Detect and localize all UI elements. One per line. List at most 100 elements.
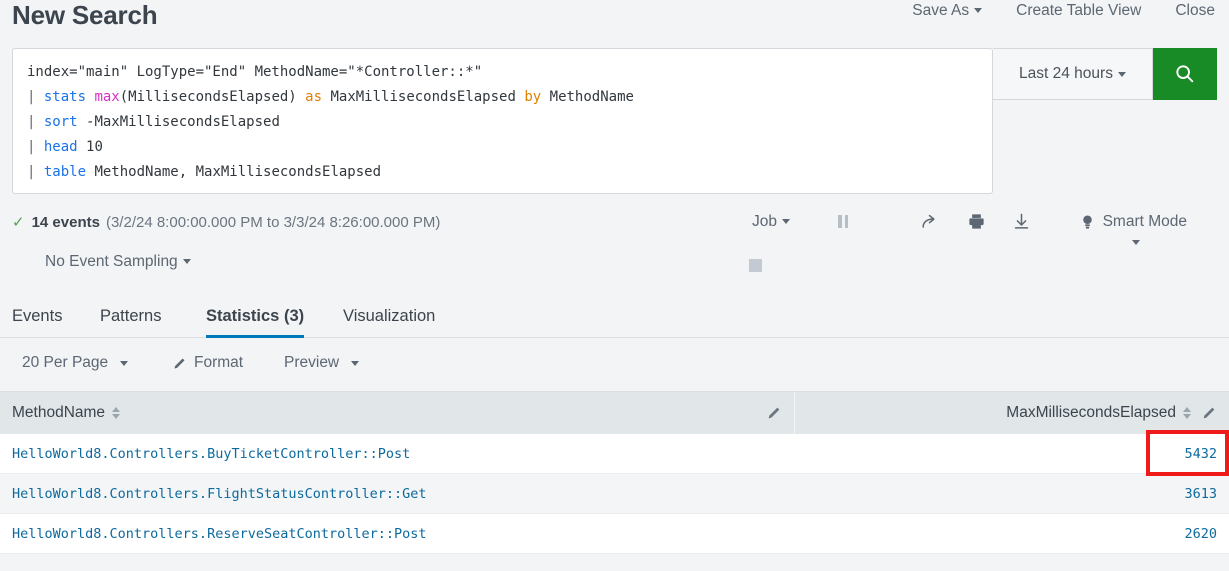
query-token: |	[27, 139, 44, 155]
cell-maxmillisecondselapsed[interactable]: 3613	[795, 474, 1229, 514]
time-range-picker[interactable]: Last 24 hours	[993, 48, 1153, 100]
tab-events[interactable]: Events	[12, 294, 62, 338]
search-query-input[interactable]: index="main" LogType="End" MethodName="*…	[12, 48, 993, 194]
checkmark-icon: ✓	[12, 214, 25, 231]
query-token: as	[305, 89, 331, 105]
run-search-button[interactable]	[1153, 48, 1217, 100]
job-status-line: ✓ 14 events (3/2/24 8:00:00.000 PM to 3/…	[12, 213, 441, 232]
query-line: | head 10	[27, 135, 978, 160]
query-token: stats	[43, 89, 95, 105]
magnifier-icon	[1176, 65, 1194, 83]
export-button[interactable]	[1012, 212, 1031, 231]
event-sampling-label: No Event Sampling	[45, 253, 178, 270]
smart-mode-label: Smart Mode	[1102, 213, 1187, 230]
header-actions: Save As Create Table View Close	[912, 2, 1215, 20]
query-token: sort	[43, 114, 87, 130]
preview-button[interactable]: Preview	[284, 354, 360, 372]
query-token: (MillisecondsElapsed)	[119, 89, 306, 105]
column-header-methodname[interactable]: MethodName	[0, 392, 795, 434]
stop-button[interactable]	[749, 259, 762, 272]
query-token: table	[43, 164, 95, 180]
pencil-icon[interactable]	[1201, 405, 1217, 421]
chevron-down-icon	[1132, 240, 1141, 246]
results-tab-bar: Events Patterns Statistics (3) Visualizatio…	[0, 294, 1229, 339]
cell-methodname[interactable]: HelloWorld8.Controllers.ReserveSeatContr…	[0, 514, 795, 554]
pencil-icon	[174, 358, 185, 368]
statistics-table: MethodName MaxMillisecondsElapsed HelloW…	[0, 392, 1229, 554]
cell-maxmillisecondselapsed[interactable]: 5432	[795, 434, 1229, 474]
toolbar-item-label: 20 Per Page	[22, 354, 109, 371]
event-time-range: (3/2/24 8:00:00.000 PM to 3/3/24 8:26:00…	[105, 213, 441, 231]
event-sampling-selector[interactable]: No Event Sampling	[45, 253, 191, 271]
printer-icon	[969, 214, 984, 229]
event-count: 14 events	[31, 213, 100, 231]
pencil-icon[interactable]	[766, 405, 782, 421]
close-button[interactable]: Close	[1175, 2, 1215, 20]
query-line: | table MethodName, MaxMillisecondsElaps…	[27, 160, 978, 185]
query-token: index="main" LogType="End" MethodName="*…	[27, 64, 483, 80]
job-menu-button[interactable]: Job	[752, 213, 790, 231]
share-button[interactable]	[920, 212, 939, 231]
query-line: | sort -MaxMillisecondsElapsed	[27, 110, 978, 135]
cell-methodname[interactable]: HelloWorld8.Controllers.FlightStatusCont…	[0, 474, 795, 514]
page-title: New Search	[12, 0, 158, 30]
tab-patterns[interactable]: Patterns	[100, 294, 161, 338]
query-token: head	[43, 139, 87, 155]
table-row: HelloWorld8.Controllers.ReserveSeatContr…	[0, 514, 1229, 554]
query-token: by	[524, 89, 550, 105]
sort-updown-icon[interactable]	[112, 407, 121, 419]
chevron-down-icon	[782, 218, 790, 224]
time-range-label: Last 24 hours	[1019, 65, 1113, 82]
sort-updown-icon[interactable]	[1183, 407, 1191, 419]
table-header-row: MethodName MaxMillisecondsElapsed	[0, 392, 1229, 434]
tab-statistics-3[interactable]: Statistics (3)	[206, 294, 305, 339]
page-header: New Search Save As Create Table View Clo…	[0, 0, 1229, 42]
cell-methodname[interactable]: HelloWorld8.Controllers.BuyTicketControl…	[0, 434, 795, 474]
create-table-view-button[interactable]: Create Table View	[1016, 2, 1141, 20]
splunk-search-page: New Search Save As Create Table View Clo…	[0, 0, 1229, 571]
toolbar-item-label: Preview	[284, 354, 340, 371]
query-token: |	[27, 164, 44, 180]
column-header-label: MethodName	[12, 404, 106, 421]
print-button[interactable]	[967, 212, 986, 231]
query-line: | stats max(MillisecondsElapsed) as MaxM…	[27, 85, 978, 110]
tab-label: Statistics (3)	[206, 306, 305, 325]
pause-icon	[838, 215, 848, 228]
query-token: MethodName, MaxMillisecondsElapsed	[94, 164, 382, 180]
format-button[interactable]: Format	[172, 354, 243, 372]
results-toolbar: 20 Per Page Format Preview	[0, 338, 1229, 392]
save-as-label: Save As	[912, 2, 970, 19]
chevron-down-icon	[1117, 71, 1126, 77]
table-body: HelloWorld8.Controllers.BuyTicketControl…	[0, 434, 1229, 554]
chevron-down-icon	[351, 360, 360, 366]
download-icon	[1014, 213, 1029, 229]
tab-label: Events	[12, 306, 63, 325]
query-token: -MaxMillisecondsElapsed	[86, 114, 280, 130]
query-token: 10	[86, 139, 103, 155]
query-token: MaxMillisecondsElapsed	[330, 89, 525, 105]
job-label: Job	[752, 212, 777, 230]
table-row: HelloWorld8.Controllers.FlightStatusCont…	[0, 474, 1229, 514]
smart-mode-selector[interactable]: Smart Mode	[1081, 213, 1187, 252]
tab-label: Patterns	[100, 306, 162, 325]
share-arrow-icon	[922, 214, 935, 228]
tab-label: Visualization	[343, 306, 436, 325]
query-token: MethodName	[549, 89, 634, 105]
20-per-page-button[interactable]: 20 Per Page	[22, 354, 129, 372]
chevron-down-icon	[182, 259, 191, 265]
query-token: |	[27, 114, 44, 130]
column-header-label: MaxMillisecondsElapsed	[1006, 404, 1176, 421]
chevron-down-icon	[120, 360, 129, 366]
job-toolbar: Job	[752, 212, 1031, 231]
toolbar-item-label: Format	[194, 354, 244, 371]
table-row: HelloWorld8.Controllers.BuyTicketControl…	[0, 434, 1229, 474]
column-header-maxmillisecondselapsed[interactable]: MaxMillisecondsElapsed	[795, 392, 1229, 434]
lightbulb-icon	[1082, 214, 1092, 229]
query-token: |	[27, 89, 44, 105]
cell-maxmillisecondselapsed[interactable]: 2620	[795, 514, 1229, 554]
save-as-button[interactable]: Save As	[912, 2, 983, 20]
chevron-down-icon	[974, 8, 983, 14]
tab-visualization[interactable]: Visualization	[343, 294, 435, 338]
query-token: max	[94, 89, 120, 105]
pause-button[interactable]	[838, 215, 848, 228]
